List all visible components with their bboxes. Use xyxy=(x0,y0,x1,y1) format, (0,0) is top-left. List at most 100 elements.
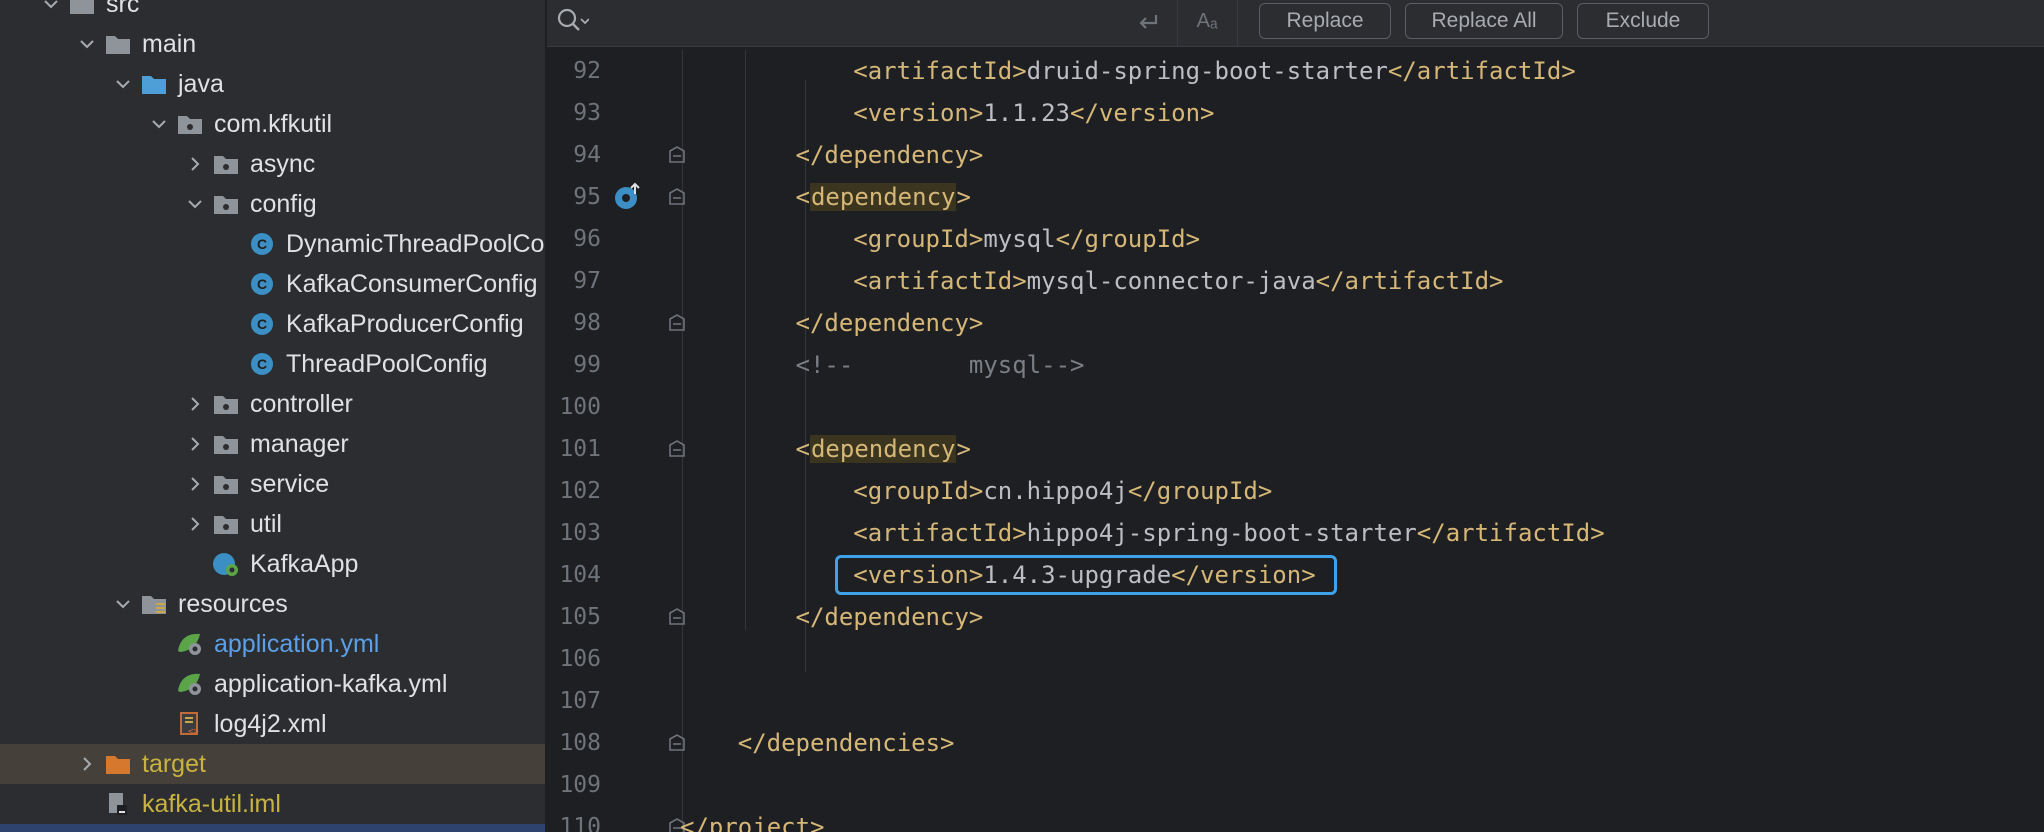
line-number: 100 xyxy=(559,394,601,420)
tree-item[interactable]: service xyxy=(0,464,545,504)
code-text: cn.hippo4j xyxy=(983,477,1128,505)
line-number: 109 xyxy=(559,772,601,798)
fold-icon[interactable] xyxy=(667,733,687,753)
tree-item[interactable]: src xyxy=(0,0,545,24)
chevron-right-icon[interactable] xyxy=(184,393,206,415)
code-tag: </groupId> xyxy=(1055,225,1201,253)
code-line[interactable]: </dependency> xyxy=(796,134,984,176)
code-line[interactable]: </dependency> xyxy=(796,596,984,638)
tree-item[interactable]: C DynamicThreadPoolConfig xyxy=(0,224,545,264)
code-line[interactable]: <!-- mysql--> xyxy=(796,344,1085,386)
code-tag: <groupId> xyxy=(853,477,984,505)
search-input[interactable] xyxy=(595,8,1119,38)
tree-item[interactable]: KafkaApp xyxy=(0,544,545,584)
code-line[interactable]: <dependency> xyxy=(796,176,971,218)
chevron-down-icon[interactable] xyxy=(76,33,98,55)
code-line[interactable]: <artifactId>mysql-connector-java</artifa… xyxy=(853,260,1503,302)
tree-item[interactable]: <> log4j2.xml xyxy=(0,704,545,744)
code-line[interactable]: <dependency> xyxy=(796,428,971,470)
code-tag: </dependencies> xyxy=(737,729,955,757)
tree-item-label: util xyxy=(250,510,282,538)
package-icon xyxy=(212,431,240,457)
folder-icon xyxy=(68,0,96,17)
line-number: 105 xyxy=(559,604,601,630)
code-line[interactable]: <groupId>cn.hippo4j</groupId> xyxy=(853,470,1272,512)
tree-item[interactable]: config xyxy=(0,184,545,224)
line-number: 103 xyxy=(559,520,601,546)
fold-icon[interactable] xyxy=(667,187,687,207)
fold-icon[interactable] xyxy=(667,439,687,459)
excluded-folder-icon xyxy=(104,751,132,777)
chevron-down-icon[interactable] xyxy=(112,593,134,615)
chevron-down-icon[interactable] xyxy=(148,113,170,135)
tree-item[interactable]: controller xyxy=(0,384,545,424)
code-line[interactable]: <version>1.1.23</version> xyxy=(853,92,1214,134)
chevron-right-icon[interactable] xyxy=(184,473,206,495)
replace-button[interactable]: Replace xyxy=(1259,3,1391,39)
code-tag: dependency xyxy=(809,183,957,211)
line-number: 99 xyxy=(573,352,601,378)
fold-icon[interactable] xyxy=(667,607,687,627)
line-number: 97 xyxy=(573,268,601,294)
tree-item[interactable]: application-kafka.yml xyxy=(0,664,545,704)
resources-folder-icon xyxy=(140,591,168,617)
tree-item[interactable]: C KafkaProducerConfig xyxy=(0,304,545,344)
tree-item[interactable]: main xyxy=(0,24,545,64)
override-gutter-icon[interactable] xyxy=(613,182,643,212)
chevron-right-icon[interactable] xyxy=(184,433,206,455)
divider xyxy=(1237,0,1238,46)
tree-item[interactable]: resources xyxy=(0,584,545,624)
code-line[interactable]: </dependency> xyxy=(796,302,984,344)
match-case-icon[interactable]: Aₐ xyxy=(1187,4,1227,38)
code-text: hippo4j-spring-boot-starter xyxy=(1026,519,1417,547)
tree-item-label: KafkaProducerConfig xyxy=(286,310,524,338)
code-text: 1.1.23 xyxy=(983,99,1071,127)
svg-text:C: C xyxy=(257,316,267,332)
chevron-right-icon[interactable] xyxy=(184,513,206,535)
tree-item-label: manager xyxy=(250,430,349,458)
tree-item-label: resources xyxy=(178,590,288,618)
tree-item[interactable]: util xyxy=(0,504,545,544)
chevron-down-icon[interactable] xyxy=(112,73,134,95)
chevron-right-icon[interactable] xyxy=(76,753,98,775)
package-icon xyxy=(212,151,240,177)
spring-boot-app-icon xyxy=(212,551,240,577)
exclude-button[interactable]: Exclude xyxy=(1577,3,1709,39)
fold-icon[interactable] xyxy=(667,313,687,333)
tree-item[interactable]: kafka-util.iml xyxy=(0,784,545,824)
tree-item[interactable]: mpom.xml xyxy=(0,824,545,832)
code-tag: <artifactId> xyxy=(853,519,1027,547)
find-replace-bar: Aₐ Replace Replace All Exclude xyxy=(547,0,2044,47)
package-icon xyxy=(212,191,240,217)
search-icon[interactable] xyxy=(555,6,590,36)
tree-item[interactable]: target xyxy=(0,744,545,784)
code-line[interactable]: </dependencies> xyxy=(738,722,955,764)
tree-item-label: log4j2.xml xyxy=(214,710,327,738)
fold-icon[interactable] xyxy=(667,145,687,165)
tree-item[interactable]: java xyxy=(0,64,545,104)
folder-icon xyxy=(104,31,132,57)
code-line[interactable]: </project> xyxy=(680,806,825,832)
spring-config-icon xyxy=(176,671,204,697)
chevron-down-icon[interactable] xyxy=(40,0,62,15)
code-tag: </version> xyxy=(1070,99,1215,127)
line-number: 96 xyxy=(573,226,601,252)
preserve-case-icon[interactable] xyxy=(1132,6,1166,36)
chevron-right-icon[interactable] xyxy=(184,153,206,175)
replace-all-button[interactable]: Replace All xyxy=(1405,3,1563,39)
tree-item[interactable]: C KafkaConsumerConfig xyxy=(0,264,545,304)
tree-item[interactable]: C ThreadPoolConfig xyxy=(0,344,545,384)
tree-item[interactable]: application.yml xyxy=(0,624,545,664)
code-line[interactable]: <artifactId>hippo4j-spring-boot-starter<… xyxy=(853,512,1604,554)
project-tree: src main java com.kfkutil async config C Dynami… xyxy=(0,0,547,832)
svg-text:C: C xyxy=(257,276,267,292)
tree-item[interactable]: com.kfkutil xyxy=(0,104,545,144)
code-line[interactable]: <artifactId>druid-spring-boot-starter</a… xyxy=(853,50,1575,92)
tree-item[interactable]: manager xyxy=(0,424,545,464)
code-editor[interactable]: Aₐ Replace Replace All Exclude 92 <artifa… xyxy=(547,0,2044,832)
tree-item[interactable]: async xyxy=(0,144,545,184)
code-line[interactable]: <groupId>mysql</groupId> xyxy=(853,218,1200,260)
chevron-down-icon[interactable] xyxy=(184,193,206,215)
line-number: 93 xyxy=(573,100,601,126)
